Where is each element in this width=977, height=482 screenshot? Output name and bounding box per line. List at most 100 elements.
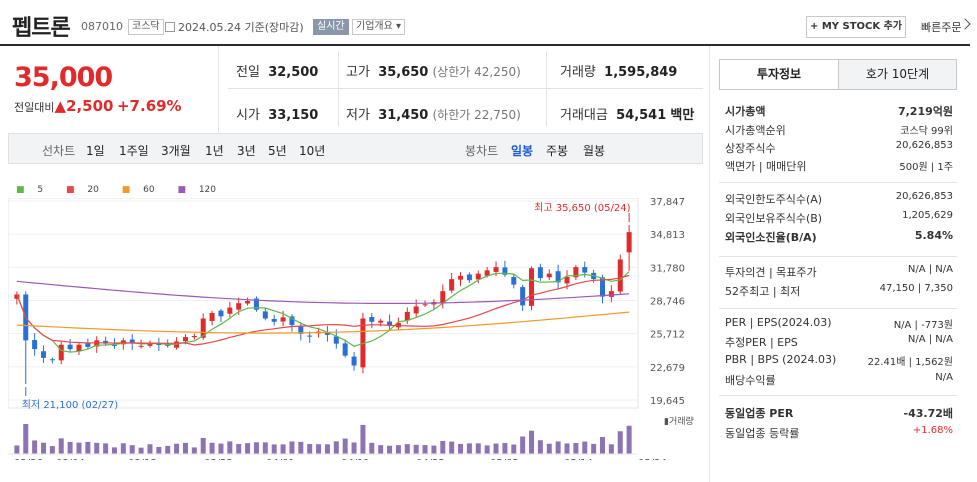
- invest-label: 추정PER | EPS: [725, 336, 798, 349]
- volume-bar: [85, 441, 91, 454]
- tab-orderbook[interactable]: 호가 10단계: [838, 60, 956, 89]
- invest-row: 배당수익률 N/A: [725, 372, 953, 388]
- volume-bar: [404, 444, 410, 454]
- volume-bar: [422, 445, 428, 454]
- candle-body: [404, 311, 410, 321]
- divider: [709, 46, 710, 482]
- candle-body: [617, 259, 623, 292]
- candle-body: [49, 359, 55, 361]
- candle-body: [475, 273, 481, 280]
- divider: [719, 256, 957, 257]
- period-3m[interactable]: 3개월: [161, 142, 191, 159]
- info-tabs: 투자정보 호가 10단계: [719, 59, 957, 90]
- volume-bar: [573, 442, 579, 454]
- invest-label: 시가총액순위: [725, 124, 786, 137]
- volume-bar: [413, 444, 419, 454]
- invest-value: +1.68%: [912, 425, 953, 436]
- candle-body: [422, 304, 428, 306]
- period-5y[interactable]: 5년: [268, 142, 287, 159]
- price-chart[interactable]: 37,847 34,813 31,780 28,746 25,712 22,679 19,6…: [8, 198, 698, 460]
- volume-bar: [245, 443, 251, 454]
- mystock-add-button[interactable]: + MY STOCK 추가: [806, 16, 906, 38]
- candle-body: [546, 273, 552, 278]
- candle-body: [182, 337, 188, 342]
- candle-body: [626, 232, 632, 253]
- volume-bar: [342, 438, 348, 454]
- candle-body: [67, 344, 73, 350]
- volume-bar: [608, 444, 614, 454]
- y-tick-label: 37,847: [650, 198, 685, 208]
- live-badge[interactable]: 실시간: [313, 18, 349, 35]
- period-1w[interactable]: 1주일: [119, 142, 149, 159]
- candle-daily[interactable]: 일봉: [511, 142, 533, 159]
- candle-monthly[interactable]: 월봉: [583, 142, 605, 159]
- period-1y[interactable]: 1년: [205, 142, 224, 159]
- candle-body: [58, 344, 64, 361]
- volume-bar: [529, 430, 535, 454]
- invest-label: 액면가 | 매매단위: [725, 160, 807, 173]
- invest-row: 시가총액순위 코스닥 99위: [725, 122, 953, 138]
- high-label: 최고 35,650 (05/24): [534, 202, 630, 214]
- candle-chart-label: 봉차트: [465, 144, 499, 158]
- period-10y[interactable]: 10년: [299, 142, 325, 159]
- volume-bar: [582, 441, 588, 454]
- candle-body: [40, 351, 46, 358]
- candle-body: [218, 310, 224, 317]
- invest-row: 52주최고 | 최저 47,150 | 7,350: [725, 283, 953, 299]
- invest-row: PER | EPS(2024.03) N/A | -773원: [725, 316, 953, 332]
- divider: [719, 308, 957, 309]
- volume-bar: [191, 447, 197, 454]
- invest-value: 5.84%: [914, 229, 953, 242]
- x-tick-label: 03/22: [204, 458, 233, 460]
- volume-bar: [360, 424, 366, 454]
- candle-weekly[interactable]: 주봉: [546, 142, 568, 159]
- invest-row: 액면가 | 매매단위 500원 | 1주: [725, 158, 953, 174]
- period-3y[interactable]: 3년: [237, 142, 256, 159]
- invest-label: 외국인소진율(B/A): [725, 231, 817, 244]
- volume-bar: [555, 441, 561, 454]
- invest-row: 상장주식수 20,626,853: [725, 140, 953, 156]
- candle-body: [378, 320, 384, 323]
- x-tick-label: 03/04: [56, 458, 85, 460]
- invest-label: 배당수익률: [725, 374, 776, 387]
- volume-bar: [511, 444, 517, 454]
- market-badge: 코스닥: [128, 18, 164, 35]
- volume-bar: [14, 445, 20, 454]
- candle-body: [493, 267, 499, 272]
- company-overview-button[interactable]: 기업개요 ▾: [352, 18, 405, 35]
- quick-order-link[interactable]: 빠른주문: [921, 19, 961, 35]
- invest-row: 외국인보유주식수(B) 1,205,629: [725, 210, 953, 226]
- low-label: 최저 21,100 (02/27): [22, 399, 118, 411]
- x-tick-label: 04/01: [266, 458, 295, 460]
- invest-label: 52주최고 | 최저: [725, 285, 801, 298]
- candle-body: [564, 276, 570, 284]
- volume-bar: [76, 442, 82, 454]
- candle-body: [236, 303, 242, 310]
- invest-value: N/A: [935, 372, 953, 383]
- volume-bar: [182, 442, 188, 454]
- volume-bar: [440, 440, 446, 454]
- invest-row: 외국인한도주식수(A) 20,626,853: [725, 191, 953, 207]
- invest-label: PER | EPS(2024.03): [725, 316, 832, 329]
- volume-bar: [351, 442, 357, 454]
- low-price: 저가 31,450 (하한가 22,750): [346, 108, 521, 123]
- invest-value: -43.72배: [903, 407, 953, 420]
- tab-invest-info[interactable]: 투자정보: [720, 60, 838, 89]
- candle-body: [342, 343, 348, 356]
- invest-row: 동일업종 PER -43.72배: [725, 405, 953, 421]
- candle-body: [351, 356, 357, 366]
- volume-bar: [236, 444, 242, 454]
- period-1d[interactable]: 1일: [86, 142, 105, 159]
- volume-bar: [49, 446, 55, 454]
- x-tick-label: 05/14: [564, 458, 593, 460]
- candle-body: [582, 267, 588, 273]
- candle-body: [608, 291, 614, 297]
- volume-bar: [138, 447, 144, 454]
- invest-value: 1,205,629: [902, 210, 953, 221]
- volume-bar: [369, 442, 375, 454]
- date-text: 2024.05.24 기준(장마감): [165, 19, 304, 35]
- divider: [719, 182, 957, 183]
- invest-value: 20,626,853: [895, 140, 953, 151]
- divider: [719, 395, 957, 396]
- invest-value: 코스닥 99위: [900, 126, 953, 137]
